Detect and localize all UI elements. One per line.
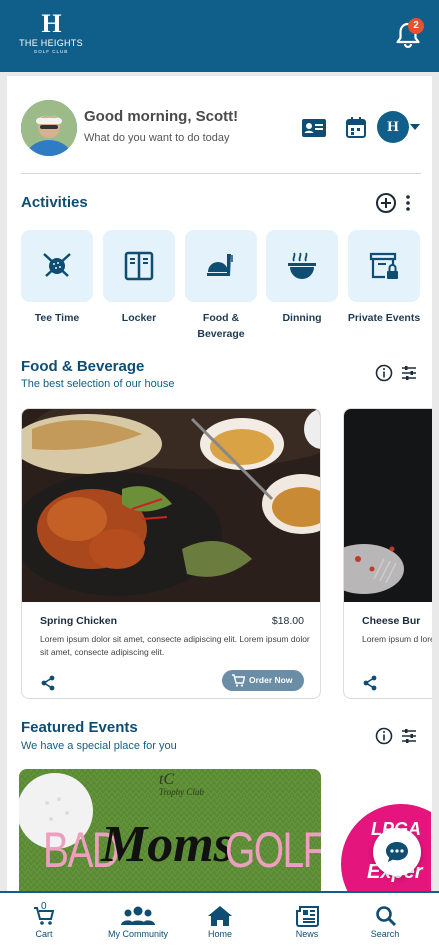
activity-food-beverage[interactable] bbox=[185, 230, 257, 302]
nav-label: My Community bbox=[107, 929, 168, 939]
nav-my-community[interactable]: My Community bbox=[88, 893, 188, 949]
food-price: $18.00 bbox=[271, 615, 304, 627]
activity-label: Private Events bbox=[347, 312, 421, 324]
filter-icon[interactable] bbox=[400, 364, 418, 382]
nav-news[interactable]: News bbox=[272, 893, 342, 949]
main-content: Good morning, Scott! What do you want to… bbox=[7, 76, 432, 892]
info-icon[interactable] bbox=[375, 364, 393, 382]
food-beverage-title: Food & Beverage bbox=[21, 358, 145, 375]
event-club-name: Trophy Club bbox=[159, 787, 204, 797]
activity-label-line2: Beverage bbox=[197, 328, 245, 340]
member-card-icon[interactable] bbox=[301, 116, 327, 140]
order-now-label: Order Now bbox=[249, 675, 293, 685]
greeting-title: Good morning, Scott! bbox=[84, 108, 239, 125]
food-beverage-subtitle: The best selection of our house bbox=[21, 378, 175, 390]
activity-locker[interactable] bbox=[103, 230, 175, 302]
order-now-button[interactable]: Order Now bbox=[222, 670, 304, 691]
logo-subtitle: GOLF CLUB bbox=[33, 49, 69, 54]
activity-tee-time[interactable] bbox=[21, 230, 93, 302]
activity-dinning[interactable] bbox=[266, 230, 338, 302]
activity-private-events[interactable] bbox=[348, 230, 420, 302]
activity-label: Locker bbox=[121, 312, 157, 324]
food-image bbox=[344, 409, 432, 602]
share-icon[interactable] bbox=[362, 675, 378, 691]
private-events-icon bbox=[369, 252, 398, 279]
bowl-icon bbox=[288, 252, 316, 279]
greeting-subtitle: What do you want to do today bbox=[84, 132, 230, 144]
food-icon bbox=[207, 254, 233, 276]
filter-icon[interactable] bbox=[400, 727, 418, 745]
logo-mark: H bbox=[41, 9, 61, 38]
food-card[interactable]: Cheese Bur Lorem ipsum d lorem ipsum dol… bbox=[343, 408, 432, 699]
featured-events-title: Featured Events bbox=[21, 719, 138, 736]
golf-icon bbox=[43, 253, 71, 277]
bottom-nav: 0 Cart My Community Home News Search bbox=[0, 891, 439, 949]
activity-label-line1: Food & bbox=[202, 312, 240, 324]
nav-search[interactable]: Search bbox=[352, 893, 418, 949]
activity-label: Dinning bbox=[282, 312, 322, 324]
event-card[interactable]: tC Trophy Club BAD Moms GOLF bbox=[19, 769, 321, 892]
avatar[interactable] bbox=[21, 100, 77, 156]
nav-cart[interactable]: 0 Cart bbox=[0, 893, 88, 949]
divider bbox=[21, 173, 421, 174]
chevron-down-icon[interactable] bbox=[410, 124, 420, 130]
cart-count: 0 bbox=[41, 901, 47, 912]
club-logo[interactable]: H THE HEIGHTS GOLF CLUB bbox=[18, 10, 84, 60]
calendar-icon[interactable] bbox=[343, 116, 369, 140]
food-card[interactable]: Spring Chicken $18.00 Lorem ipsum dolor … bbox=[21, 408, 321, 699]
logo-name: THE HEIGHTS bbox=[19, 38, 83, 48]
cart-icon bbox=[232, 674, 245, 687]
locker-icon bbox=[124, 251, 154, 281]
nav-label: Home bbox=[207, 929, 232, 939]
activities-title: Activities bbox=[21, 194, 88, 211]
community-icon bbox=[121, 906, 155, 925]
food-image bbox=[22, 409, 320, 602]
featured-events-subtitle: We have a special place for you bbox=[21, 740, 177, 752]
chat-icon bbox=[386, 842, 408, 862]
event-title-c: GOLF bbox=[225, 822, 321, 878]
add-circle-icon[interactable] bbox=[375, 192, 397, 214]
app-header: H THE HEIGHTS GOLF CLUB 2 bbox=[0, 0, 439, 72]
nav-label: Cart bbox=[35, 929, 53, 939]
food-name: Spring Chicken bbox=[40, 615, 118, 627]
activity-label: Tee Time bbox=[34, 312, 80, 324]
event-title-b: Moms bbox=[101, 816, 234, 873]
news-icon bbox=[296, 906, 319, 927]
food-description: Lorem ipsum dolor sit amet, consecte adi… bbox=[40, 634, 310, 657]
more-vert-icon[interactable] bbox=[405, 194, 411, 212]
home-icon bbox=[208, 906, 232, 926]
profile-menu-button[interactable]: H bbox=[377, 111, 409, 143]
nav-label: News bbox=[295, 929, 319, 939]
chat-button[interactable] bbox=[373, 828, 421, 876]
nav-label: Search bbox=[370, 929, 400, 939]
activity-label: Food & Beverage bbox=[176, 310, 266, 342]
info-icon[interactable] bbox=[375, 727, 393, 745]
food-description: Lorem ipsum d lorem ipsum dolor sit bbox=[362, 634, 432, 644]
food-name: Cheese Bur bbox=[362, 615, 421, 627]
search-icon bbox=[376, 906, 397, 927]
share-icon[interactable] bbox=[40, 675, 56, 691]
notification-badge: 2 bbox=[408, 18, 424, 34]
nav-home[interactable]: Home bbox=[188, 893, 252, 949]
